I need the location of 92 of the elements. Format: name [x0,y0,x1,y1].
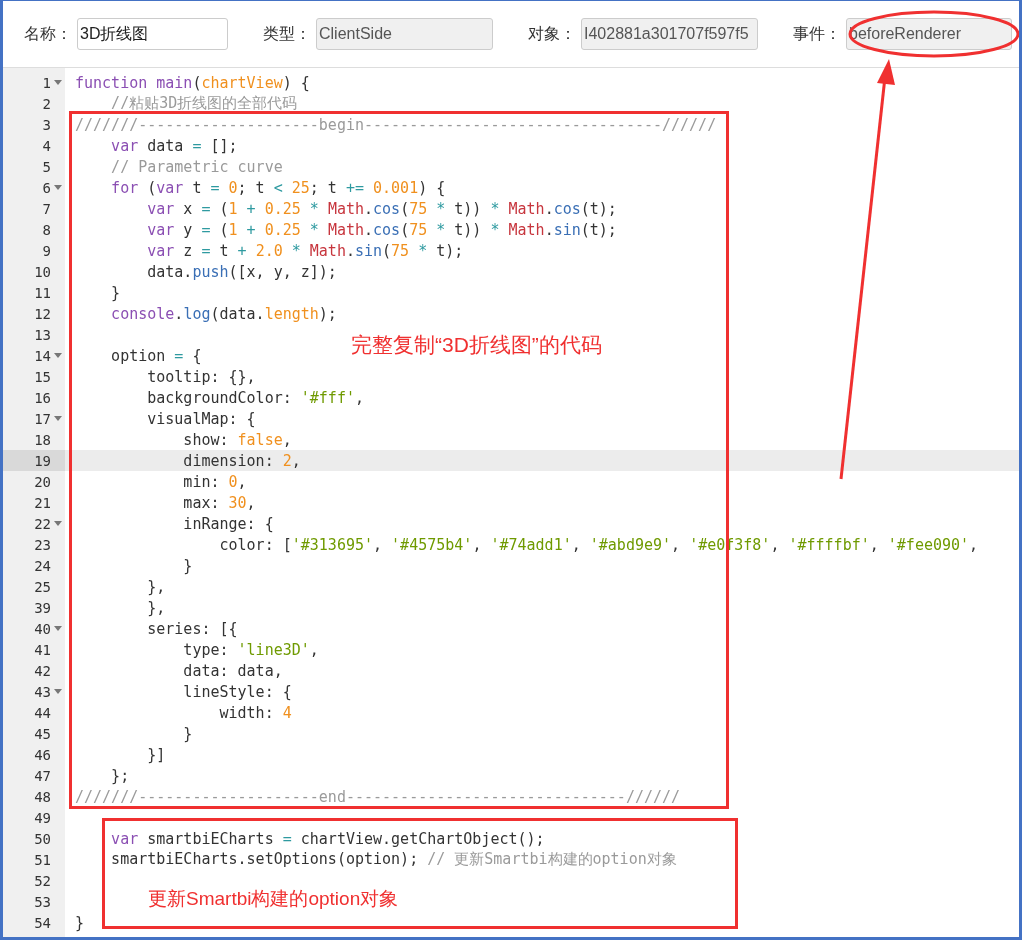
code-line: series: [{ [146,619,238,638]
line-number: 51 [33,851,51,868]
line-number: 47 [33,767,51,784]
fold-caret-icon[interactable] [54,185,62,190]
code-editor[interactable] [3,68,1019,937]
line-number: 20 [33,473,51,490]
code-line: }, [146,598,166,617]
line-number: 11 [33,284,51,301]
code-line: } [182,556,193,575]
code-line: }, [146,577,166,596]
code-line: tooltip: {}, [146,367,256,386]
code-line: for (var t = 0; t < 25; t += 0.001) { [110,178,446,197]
code-line: min: 0, [182,472,247,491]
code-line: var y = (1 + 0.25 * Math.cos(75 * t)) * Math.sin(t); [146,220,617,239]
code-line: }] [146,745,166,764]
code-line: var z = t + 2.0 * Math.sin(75 * t); [146,241,464,260]
code-line: //粘贴3D折线图的全部代码 [110,94,298,113]
line-number: 7 [41,200,51,217]
line-number: 15 [33,368,51,385]
field-label: 对象： [528,23,577,44]
line-number: 5 [41,158,51,175]
code-line: inRange: { [182,514,274,533]
line-number: 6 [41,179,51,196]
code-line: max: 30, [182,493,256,512]
code-line: visualMap: { [146,409,256,428]
code-line: option = { [110,346,202,365]
line-number: 44 [33,704,51,721]
line-number: 42 [33,662,51,679]
code-line: } [182,724,193,743]
line-number: 39 [33,599,51,616]
text-field[interactable]: 3D折线图 [77,18,228,50]
code-line: var smartbiECharts = chartView.getChartObject(); [110,829,545,848]
line-number: 25 [33,578,51,595]
code-line: dimension: 2, [182,451,301,470]
field-label: 类型： [263,23,312,44]
line-number: 22 [33,515,51,532]
line-number: 10 [33,263,51,280]
field-label: 名称： [24,23,73,44]
code-line: // Parametric curve [110,157,283,176]
line-number: 19 [33,452,51,469]
line-number: 41 [33,641,51,658]
fold-caret-icon[interactable] [54,416,62,421]
line-number: 50 [33,830,51,847]
code-line: data.push([x, y, z]); [146,262,337,281]
code-line: type: 'line3D', [182,640,319,659]
annotation-text: 完整复制“3D折线图”的代码 [351,332,602,358]
fold-caret-icon[interactable] [54,521,62,526]
code-line: }; [110,766,130,785]
line-number: 14 [33,347,51,364]
code-line: var data = []; [110,136,238,155]
code-line: smartbiECharts.setOptions(option); // 更新Smartbi构建的option对象 [110,850,677,869]
code-line: show: false, [182,430,292,449]
line-number: 21 [33,494,51,511]
code-line: var x = (1 + 0.25 * Math.cos(75 * t)) * Math.cos(t); [146,199,617,218]
code-line: function main(chartView) { [74,73,310,92]
line-number: 24 [33,557,51,574]
fold-caret-icon[interactable] [54,626,62,631]
line-number: 40 [33,620,51,637]
code-line: } [110,283,121,302]
line-number: 1 [41,74,51,91]
line-number: 9 [41,242,51,259]
code-line: lineStyle: { [182,682,292,701]
fold-caret-icon[interactable] [54,353,62,358]
line-number: 54 [33,914,51,931]
line-number: 45 [33,725,51,742]
line-number: 12 [33,305,51,322]
field-label: 事件： [793,23,842,44]
line-number: 2 [41,95,51,112]
line-number: 49 [33,809,51,826]
line-number: 23 [33,536,51,553]
line-number: 8 [41,221,51,238]
line-number: 17 [33,410,51,427]
line-number: 43 [33,683,51,700]
code-line: backgroundColor: '#fff', [146,388,364,407]
code-line: } [74,913,85,932]
line-number: 53 [33,893,51,910]
fold-caret-icon[interactable] [54,689,62,694]
annotation-text: 更新Smartbi构建的option对象 [148,887,399,911]
code-line: ///////--------------------begin---------------------------------////// [74,115,717,134]
line-number: 46 [33,746,51,763]
line-number: 13 [33,326,51,343]
code-line: ///////--------------------end-------------------------------////// [74,787,681,806]
line-number: 3 [41,116,51,133]
fold-caret-icon[interactable] [54,80,62,85]
code-line: data: data, [182,661,283,680]
code-line: console.log(data.length); [110,304,337,323]
line-number: 16 [33,389,51,406]
line-number: 4 [41,137,51,154]
line-number: 18 [33,431,51,448]
line-number: 48 [33,788,51,805]
line-number: 52 [33,872,51,889]
code-line: width: 4 [218,703,292,722]
